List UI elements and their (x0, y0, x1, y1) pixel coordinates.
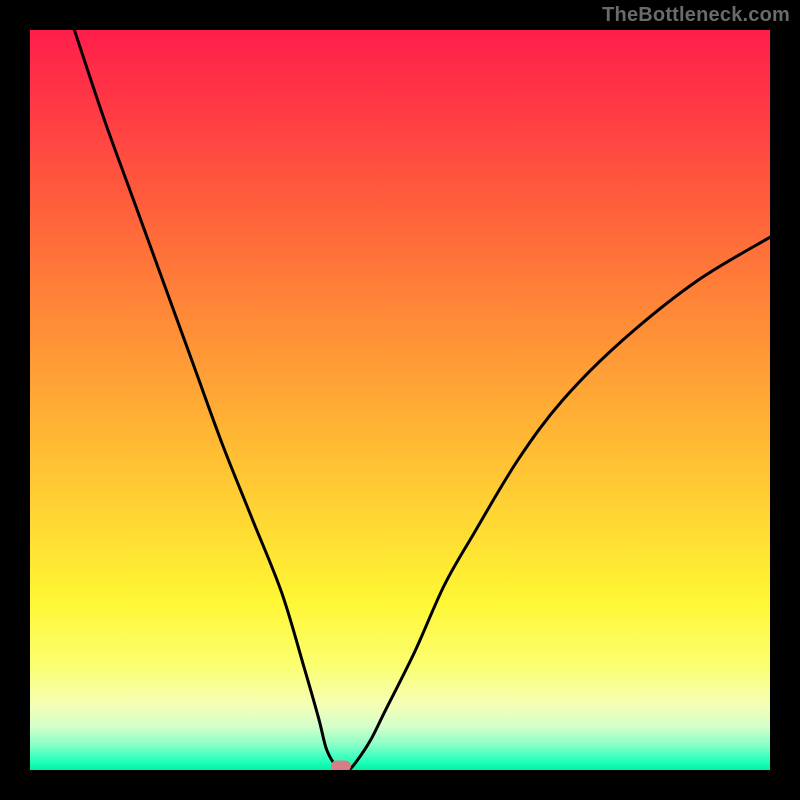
chart-frame: TheBottleneck.com (0, 0, 800, 800)
bottleneck-marker (331, 761, 351, 771)
bottleneck-curve (30, 30, 770, 770)
plot-area (30, 30, 770, 770)
watermark-text: TheBottleneck.com (602, 4, 790, 27)
